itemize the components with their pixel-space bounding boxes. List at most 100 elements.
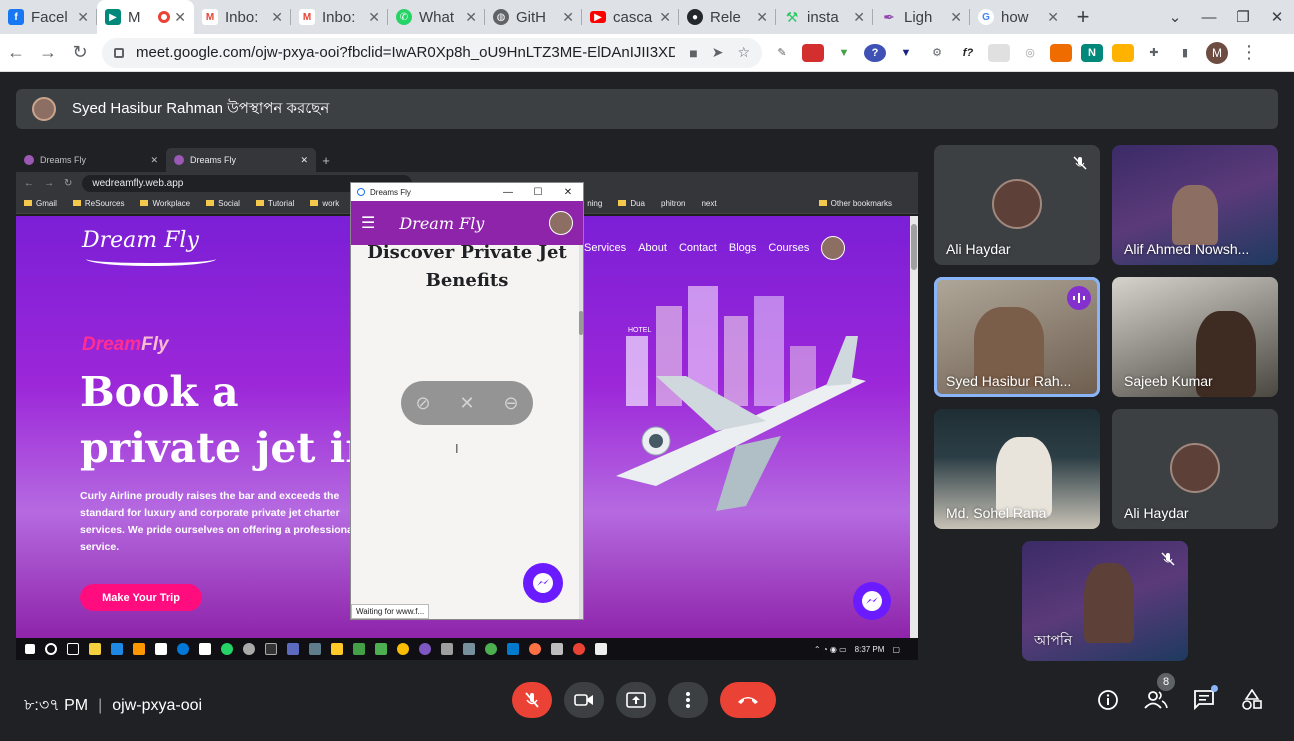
volume-off-icon: ✕: [459, 392, 475, 413]
app-icon: [529, 643, 541, 655]
gear-extension-icon[interactable]: ⚙: [926, 44, 948, 62]
loading-icon: [357, 188, 365, 196]
bookmark-star-icon[interactable]: ☆: [737, 44, 750, 61]
close-tab-icon[interactable]: ✕: [1047, 9, 1059, 26]
lock-icon[interactable]: [114, 47, 124, 58]
address-bar[interactable]: meet.google.com/ojw-pxya-ooi?fbclid=IwAR…: [102, 37, 762, 68]
new-tab-button[interactable]: +: [1067, 0, 1099, 34]
close-tab-icon[interactable]: ✕: [465, 9, 477, 26]
reload-button[interactable]: ↻: [64, 42, 96, 63]
browser-menu-icon[interactable]: ⋮: [1240, 42, 1258, 63]
participant-name: আপনি: [1034, 632, 1073, 648]
participant-tile[interactable]: Sajeeb Kumar: [1112, 277, 1278, 397]
tab-search-icon[interactable]: ⌄: [1158, 8, 1192, 26]
participant-tile[interactable]: Ali Haydar: [934, 145, 1100, 265]
puzzle-extensions-icon[interactable]: ✚: [1143, 44, 1165, 62]
shared-tab: Dreams Fly ✕: [16, 148, 166, 172]
side-panel-icon[interactable]: ▮: [1174, 44, 1196, 62]
toggle-mic-button[interactable]: [512, 682, 552, 718]
end-call-button[interactable]: [720, 682, 776, 718]
bookmark: Dua: [618, 199, 645, 208]
browser-tab[interactable]: ✒ Ligh ✕: [873, 0, 970, 34]
browser-tab[interactable]: ◍ GitH ✕: [485, 0, 582, 34]
participant-tile[interactable]: Md. Sohel Rana: [934, 409, 1100, 529]
close-tab-icon[interactable]: ✕: [368, 9, 380, 26]
blue-extension-icon[interactable]: ?: [864, 43, 886, 62]
browser-tab[interactable]: ● Rele ✕: [679, 0, 776, 34]
gmail-icon: M: [299, 9, 315, 25]
app-icon: [111, 643, 123, 655]
browser-tab[interactable]: ⚒ insta ✕: [776, 0, 873, 34]
back-button[interactable]: ←: [0, 42, 32, 63]
orange-extension-icon[interactable]: [1050, 43, 1072, 62]
gmail-icon: M: [202, 9, 218, 25]
circle-extension-icon[interactable]: ◎: [1019, 44, 1041, 62]
participant-avatar: [992, 179, 1042, 229]
close-tab-icon[interactable]: ✕: [853, 9, 865, 26]
app-icon: [441, 643, 453, 655]
close-tab-icon[interactable]: ✕: [271, 9, 283, 26]
close-tab-icon[interactable]: ✕: [174, 9, 186, 26]
close-tab-icon[interactable]: ✕: [77, 9, 89, 26]
toggle-camera-button[interactable]: [564, 682, 604, 718]
red-extension-icon[interactable]: [802, 43, 824, 62]
browser-tab[interactable]: ✆ What ✕: [388, 0, 485, 34]
activities-button[interactable]: [1238, 686, 1266, 714]
whatsapp-icon: [221, 643, 233, 655]
share-icon[interactable]: ➤: [712, 44, 724, 61]
minimize-icon[interactable]: —: [1192, 9, 1226, 26]
participant-tile[interactable]: Alif Ahmed Nowsh...: [1112, 145, 1278, 265]
participant-name: Ali Haydar: [1124, 505, 1189, 521]
browser-tab[interactable]: M Inbo: ✕: [194, 0, 291, 34]
yellow-extension-icon[interactable]: [1112, 43, 1134, 62]
dreamsfly-tab-icon: [174, 155, 184, 165]
tab-title: Inbo:: [225, 8, 259, 26]
eyedropper-extension-icon[interactable]: ✎: [771, 44, 793, 62]
restore-icon[interactable]: ❐: [1226, 8, 1260, 26]
browser-tab[interactable]: M Inbo: ✕: [291, 0, 388, 34]
forward-button[interactable]: →: [32, 42, 64, 63]
participant-tile-speaking[interactable]: Syed Hasibur Rah...: [934, 277, 1100, 397]
browser-tab[interactable]: ▶ casca ✕: [582, 0, 679, 34]
function-extension-icon[interactable]: f?: [957, 44, 979, 62]
present-screen-button[interactable]: [616, 682, 656, 718]
popup-titlebar: Dreams Fly — ☐ ✕: [351, 183, 583, 201]
shared-screen: Dreams Fly ✕ Dreams Fly ✕ + ← → ↻ wedrea…: [16, 146, 918, 660]
participant-tile[interactable]: Ali Haydar: [1112, 409, 1278, 529]
close-tab-icon[interactable]: ✕: [562, 9, 574, 26]
hotel-sign: HOTEL: [628, 327, 651, 334]
more-options-button[interactable]: [668, 682, 708, 718]
close-tab-icon[interactable]: ✕: [950, 9, 962, 26]
popup-scrollbar: [579, 245, 583, 619]
popup-user-avatar: [549, 211, 573, 235]
vue-extension-icon[interactable]: ▼: [895, 44, 917, 62]
feather-icon: ✒: [883, 8, 895, 25]
green-extension-icon[interactable]: ▼: [833, 44, 855, 62]
close-window-icon[interactable]: ✕: [1260, 8, 1294, 26]
camera-icon[interactable]: ■: [689, 45, 697, 61]
n-extension-icon[interactable]: N: [1081, 43, 1103, 62]
chrome-icon: [485, 643, 497, 655]
recording-icon: [158, 11, 171, 23]
shared-tab-title: Dreams Fly: [190, 155, 237, 165]
meeting-details-button[interactable]: [1094, 686, 1122, 714]
close-tab-icon[interactable]: ✕: [756, 9, 768, 26]
close-tab-icon[interactable]: ✕: [659, 9, 671, 26]
hackerrank-icon: ⚒: [785, 8, 799, 25]
meet-icon: ▶: [105, 9, 121, 25]
window-controls: ⌄ — ❐ ✕: [1158, 0, 1294, 34]
browser-tab[interactable]: G how ✕: [970, 0, 1067, 34]
nav-blogs: Blogs: [728, 242, 757, 254]
browser-tab-active[interactable]: ▶ M ✕: [97, 0, 194, 34]
browser-tab[interactable]: f Facel ✕: [0, 0, 97, 34]
site-nav: Services About Contact Blogs Courses: [584, 236, 846, 260]
folder-icon: [331, 643, 343, 655]
popup-browser-window: Dreams Fly — ☐ ✕ ☰ Dream Fly Discover Pr…: [350, 182, 584, 620]
chat-button[interactable]: [1190, 685, 1218, 714]
profile-avatar[interactable]: M: [1206, 41, 1228, 64]
terminal-icon: [265, 643, 277, 655]
mic-off-icon: [1073, 156, 1087, 170]
dreamsfly-tab-icon: [24, 155, 34, 165]
grey-extension-icon[interactable]: [988, 43, 1010, 62]
self-view-tile[interactable]: আপনি: [1022, 541, 1188, 661]
